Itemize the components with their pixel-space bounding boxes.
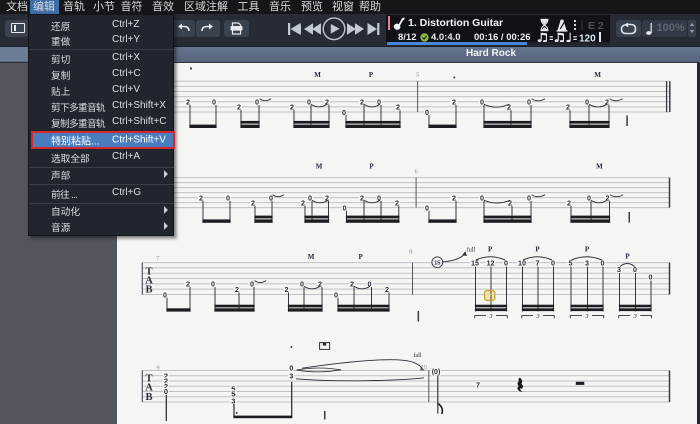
svg-text:8: 8 (409, 249, 412, 256)
svg-text:2: 2 (360, 193, 364, 202)
svg-text:3: 3 (488, 313, 493, 320)
svg-text:P: P (369, 71, 374, 79)
svg-text:12: 12 (487, 259, 495, 268)
svg-text:10: 10 (518, 259, 526, 268)
svg-text:0: 0 (480, 98, 484, 107)
svg-text:0: 0 (334, 290, 338, 299)
svg-text:0: 0 (226, 193, 230, 202)
svg-text:(0): (0) (432, 369, 441, 376)
svg-text:2: 2 (452, 98, 456, 107)
svg-text:2: 2 (290, 103, 294, 112)
svg-text:0: 0 (343, 203, 347, 212)
svg-text:0: 0 (212, 98, 216, 107)
svg-text:2: 2 (396, 103, 400, 112)
svg-text:7: 7 (536, 259, 540, 268)
svg-text:0: 0 (587, 193, 591, 202)
svg-text:2: 2 (385, 285, 389, 294)
svg-text:2: 2 (566, 103, 570, 112)
svg-text:2: 2 (285, 285, 289, 294)
svg-text:2: 2 (360, 98, 364, 107)
svg-text:P: P (369, 163, 374, 171)
svg-text:0: 0 (585, 98, 589, 107)
svg-text:2: 2 (251, 198, 255, 207)
svg-text:M: M (316, 163, 323, 171)
svg-text:2: 2 (508, 198, 512, 207)
svg-text:0: 0 (300, 280, 304, 289)
svg-text:15: 15 (471, 259, 479, 268)
svg-text:P: P (535, 246, 540, 254)
svg-text:B: B (145, 392, 152, 403)
svg-text:0: 0 (480, 193, 484, 202)
svg-text:0: 0 (255, 98, 259, 107)
svg-text:0: 0 (307, 98, 311, 107)
svg-text:2: 2 (237, 103, 241, 112)
svg-text:15: 15 (434, 261, 441, 267)
svg-text:0: 0 (342, 108, 346, 117)
svg-text:P: P (625, 253, 630, 261)
svg-text:0: 0 (308, 193, 312, 202)
svg-text:2: 2 (301, 198, 305, 207)
svg-text:full: full (467, 247, 476, 254)
svg-text:6: 6 (414, 169, 418, 176)
svg-text:fall: fall (413, 352, 422, 359)
svg-text:3: 3 (633, 313, 638, 320)
svg-text:P: P (488, 246, 493, 254)
svg-text:0: 0 (163, 290, 167, 299)
svg-text:3: 3 (584, 313, 589, 320)
svg-text:M: M (596, 163, 603, 171)
svg-text:M: M (308, 253, 315, 261)
svg-text:2: 2 (452, 193, 456, 202)
svg-text:0: 0 (164, 387, 168, 396)
svg-text:10: 10 (420, 365, 427, 371)
svg-text:0: 0 (649, 273, 653, 282)
svg-text:3: 3 (289, 372, 293, 381)
svg-text:9: 9 (156, 365, 159, 372)
svg-text:2: 2 (350, 280, 354, 289)
svg-text:0: 0 (211, 280, 215, 289)
svg-text:B: B (145, 285, 152, 296)
svg-text:3: 3 (585, 259, 589, 268)
svg-text:P: P (359, 253, 364, 261)
svg-text:0: 0 (425, 108, 429, 117)
svg-text:M: M (314, 71, 321, 79)
svg-text:7: 7 (156, 255, 160, 262)
svg-text:2: 2 (186, 98, 190, 107)
svg-text:P: P (585, 246, 590, 254)
svg-text:2: 2 (507, 103, 511, 112)
svg-text:0: 0 (527, 98, 531, 107)
svg-text:0: 0 (527, 193, 531, 202)
svg-text:M: M (594, 71, 601, 79)
svg-text:2: 2 (199, 193, 203, 202)
svg-text:2: 2 (186, 280, 190, 289)
svg-text:3: 3 (231, 396, 235, 405)
svg-text:2: 2 (235, 285, 239, 294)
svg-text:0: 0 (425, 203, 429, 212)
svg-text:3: 3 (535, 313, 540, 320)
svg-text:0: 0 (250, 280, 254, 289)
svg-text:2: 2 (567, 198, 571, 207)
svg-text:7: 7 (476, 380, 480, 389)
svg-text:5: 5 (416, 72, 419, 79)
